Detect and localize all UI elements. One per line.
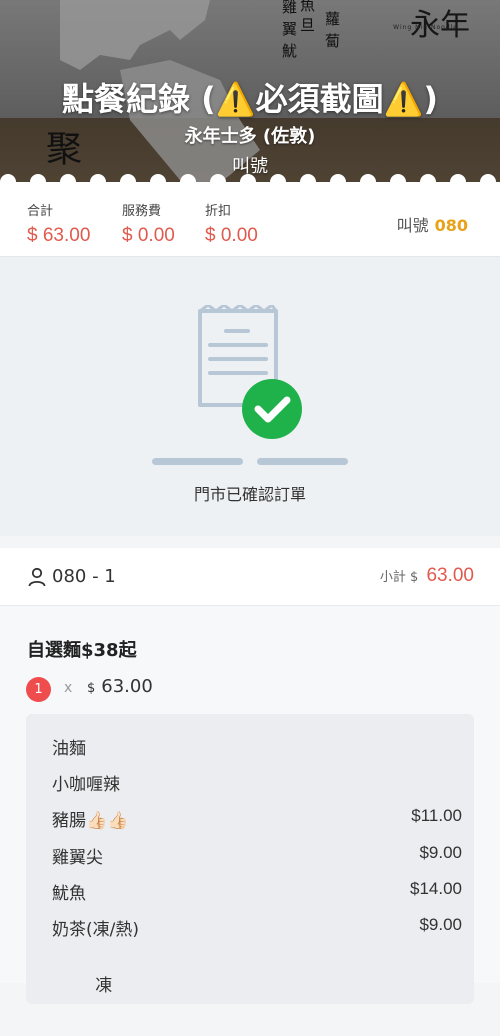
progress-step-2 [257,458,348,465]
order-id: 080 - 1 [52,566,116,587]
subtotal-currency: $ [410,570,419,585]
item-options-list: 油麵 小咖喱辣 豬腸👍🏻👍🏻 $11.00 雞翼尖 $9.00 魷魚 $14.0… [26,714,474,1004]
item-price: $63.00 [87,676,153,697]
person-icon [28,567,46,587]
order-status-text: 門市已確認訂單 [193,485,306,504]
progress-step-1 [152,458,243,465]
subtotal-value: 63.00 [426,565,474,586]
order-header: 080 - 1 小計 $ 63.00 [0,548,500,606]
option-name: 魷魚 [52,884,86,904]
item-price-value: 63.00 [101,676,153,697]
order-item: 自選麵$38起 1 x $63.00 油麵 小咖喱辣 豬腸👍🏻👍🏻 $11.00… [0,606,500,1004]
option-price: $11.00 [411,806,462,825]
call-number: 叫號 080 [397,212,468,236]
option-name: 豬腸👍🏻👍🏻 [52,811,129,831]
option-row: 豬腸👍🏻👍🏻 $11.00 [52,806,462,831]
discount-value: $ 0.00 [205,225,258,246]
option-price: $9.00 [419,843,462,862]
option-name: 小咖喱辣 [52,775,120,795]
hero-banner: 聚 雞 翼 魷 魚 旦 蘿 蔔 永年 Wing Nin Noodle 點餐紀錄 … [0,0,500,200]
option-name: 奶茶(凍/熱) [52,920,139,940]
option-row: 油麵 [52,734,462,759]
option-name: 雞翼尖 [52,848,103,868]
total-label: 合計 [27,204,54,219]
quantity-badge: 1 [26,677,51,702]
item-name: 自選麵$38起 [27,640,137,661]
store-name: 永年士多 (佐敦) [184,126,316,147]
service-fee-summary: 服務費 $ 0.00 [122,200,175,247]
option-row: 凍 [52,951,462,1036]
total-summary: 合計 $ 63.00 [27,200,90,247]
receipt-confirmed-illustration [198,305,302,439]
check-circle-icon [242,379,302,439]
item-price-currency: $ [87,681,96,696]
service-fee-label: 服務費 [122,204,162,219]
order-status-panel: 門市已確認訂單 [0,256,500,536]
option-price: $14.00 [410,879,462,898]
option-row: 奶茶(凍/熱) $9.00 [52,915,462,940]
service-fee-value: $ 0.00 [122,225,175,246]
quantity-multiplier: x [64,680,73,696]
order-summary: 合計 $ 63.00 服務費 $ 0.00 折扣 $ 0.00 叫號 080 [0,184,500,256]
call-number-value: 080 [434,216,468,235]
option-price: $9.00 [419,915,462,934]
order-subtotal: 小計 $ 63.00 [380,565,474,587]
option-name: 凍 [84,976,113,996]
option-row: 雞翼尖 $9.00 [52,843,462,868]
option-row: 小咖喱辣 [52,770,462,795]
page-title: 點餐紀錄 (⚠️必須截圖⚠️) [61,80,439,118]
discount-label: 折扣 [205,204,232,219]
discount-summary: 折扣 $ 0.00 [205,200,258,247]
option-name: 油麵 [52,739,86,759]
total-value: $ 63.00 [27,225,91,246]
subtotal-label: 小計 [379,570,406,585]
option-row: 魷魚 $14.00 [52,879,462,904]
call-number-label: 叫號 [396,216,429,235]
